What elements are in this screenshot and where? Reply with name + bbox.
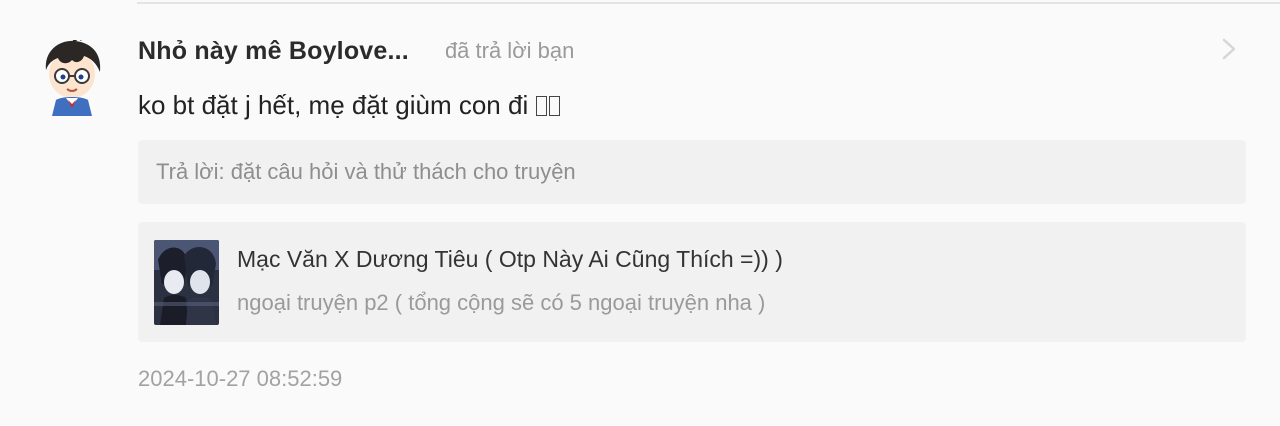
- notification-header: Nhỏ này mê Boylove... đã trả lời bạn: [138, 34, 574, 68]
- username-link[interactable]: Nhỏ này mê Boylove...: [138, 37, 409, 66]
- reply-preview-box[interactable]: Trả lời: đặt câu hỏi và thử thách cho tr…: [138, 140, 1246, 204]
- story-card[interactable]: Mạc Văn X Dương Tiêu ( Otp Này Ai Cũng T…: [138, 222, 1246, 342]
- timestamp: 2024-10-27 08:52:59: [138, 366, 343, 391]
- cartoon-avatar-icon: [45, 36, 101, 116]
- comment-text-row: ko bt đặt j hết, mẹ đặt giùm con đi: [138, 90, 561, 121]
- notification-item[interactable]: Nhỏ này mê Boylove... đã trả lời bạn ko …: [0, 0, 1280, 426]
- chevron-right-icon[interactable]: [1218, 36, 1240, 62]
- story-chapter: ngoại truyện p2 ( tổng cộng sẽ có 5 ngoạ…: [237, 290, 766, 315]
- reply-preview-text: Trả lời: đặt câu hỏi và thử thách cho tr…: [156, 159, 576, 184]
- divider: [137, 2, 1280, 4]
- story-title[interactable]: Mạc Văn X Dương Tiêu ( Otp Này Ai Cũng T…: [237, 246, 783, 273]
- avatar[interactable]: [38, 36, 106, 116]
- action-text: đã trả lời bạn: [444, 38, 575, 63]
- unrendered-emoji-icon: [536, 95, 561, 116]
- story-cover-image: [154, 240, 219, 325]
- comment-text: ko bt đặt j hết, mẹ đặt giùm con đi: [138, 90, 529, 120]
